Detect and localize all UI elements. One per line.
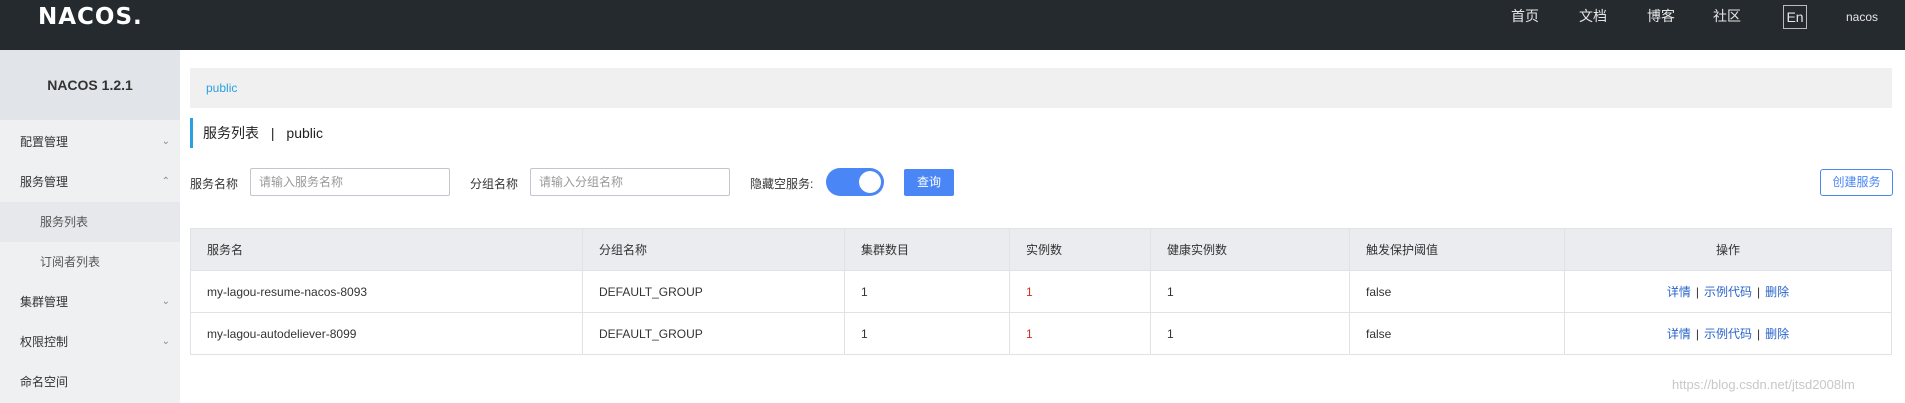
column-header: 操作 — [1564, 228, 1892, 271]
nav-home[interactable]: 首页 — [1511, 6, 1539, 26]
title-separator: | — [270, 125, 275, 141]
detail-link[interactable]: 详情 — [1667, 285, 1691, 299]
sidebar-item-subscriber-list[interactable]: 订阅者列表 — [0, 242, 180, 282]
instance-count-cell: 1 — [1009, 270, 1151, 313]
hide-empty-toggle[interactable] — [826, 168, 884, 196]
page-title-text: 服务列表 — [203, 125, 259, 141]
group-name-cell: DEFAULT_GROUP — [582, 270, 845, 313]
page-title-namespace: public — [286, 125, 324, 141]
service-name-cell: my-lagou-resume-nacos-8093 — [190, 270, 583, 313]
top-header: NACOS. 首页 文档 博客 社区 En nacos — [0, 0, 1905, 50]
chevron-down-icon: ⌄ — [161, 336, 170, 347]
protect-threshold-cell: false — [1349, 270, 1565, 313]
create-service-button[interactable]: 创建服务 — [1820, 169, 1893, 196]
action-separator: | — [1757, 327, 1761, 341]
namespace-breadcrumb: public — [190, 68, 1892, 108]
sample-code-link[interactable]: 示例代码 — [1704, 327, 1752, 341]
group-name-label: 分组名称 — [470, 177, 519, 191]
sidebar: NACOS 1.2.1 配置管理 ⌄ 服务管理 ⌃ 服务列表 订阅者列表 集群管… — [0, 50, 180, 403]
healthy-count-cell: 1 — [1150, 270, 1350, 313]
sidebar-item-label: 订阅者列表 — [40, 255, 101, 269]
query-button[interactable]: 查询 — [904, 169, 954, 196]
service-name-cell: my-lagou-autodeliever-8099 — [190, 312, 583, 355]
sidebar-item-label: 服务管理 — [20, 175, 69, 189]
sample-code-link[interactable]: 示例代码 — [1704, 285, 1752, 299]
table-header-row: 服务名 分组名称 集群数目 实例数 健康实例数 触发保护阈值 操作 — [190, 228, 1892, 271]
service-table: 服务名 分组名称 集群数目 实例数 健康实例数 触发保护阈值 操作 my-lag… — [190, 228, 1892, 355]
action-separator: | — [1695, 285, 1699, 299]
language-switch-button[interactable]: En — [1783, 5, 1807, 29]
chevron-down-icon: ⌄ — [161, 136, 170, 147]
sidebar-item-access-control[interactable]: 权限控制 ⌄ — [0, 322, 180, 362]
chevron-up-icon: ⌃ — [161, 176, 170, 187]
healthy-count-cell: 1 — [1150, 312, 1350, 355]
actions-cell: 详情 | 示例代码 | 删除 — [1564, 312, 1892, 355]
table-row: my-lagou-resume-nacos-8093 DEFAULT_GROUP… — [190, 270, 1892, 313]
sidebar-item-config-management[interactable]: 配置管理 ⌄ — [0, 122, 180, 162]
service-name-label: 服务名称 — [190, 177, 239, 191]
sidebar-item-service-management[interactable]: 服务管理 ⌃ — [0, 162, 180, 202]
nav-docs[interactable]: 文档 — [1579, 6, 1607, 26]
sidebar-item-namespace[interactable]: 命名空间 — [0, 362, 180, 402]
page-title: 服务列表 | public — [190, 118, 323, 148]
sidebar-item-label: 配置管理 — [20, 135, 69, 149]
column-header: 集群数目 — [844, 228, 1010, 271]
table-row: my-lagou-autodeliever-8099 DEFAULT_GROUP… — [190, 312, 1892, 355]
sidebar-item-label: 权限控制 — [20, 335, 69, 349]
namespace-link-public[interactable]: public — [206, 81, 237, 95]
delete-link[interactable]: 删除 — [1765, 285, 1789, 299]
sidebar-item-label: 服务列表 — [40, 215, 89, 229]
sidebar-item-label: 集群管理 — [20, 295, 69, 309]
action-separator: | — [1757, 285, 1761, 299]
nacos-logo[interactable]: NACOS. — [38, 4, 143, 30]
group-name-cell: DEFAULT_GROUP — [582, 312, 845, 355]
action-separator: | — [1695, 327, 1699, 341]
sidebar-item-service-list[interactable]: 服务列表 — [0, 202, 180, 242]
sidebar-item-label: 命名空间 — [20, 375, 69, 389]
nav-blog[interactable]: 博客 — [1647, 6, 1675, 26]
column-header: 触发保护阈值 — [1349, 228, 1565, 271]
instance-count-cell: 1 — [1009, 312, 1151, 355]
user-name[interactable]: nacos — [1846, 10, 1878, 24]
column-header: 实例数 — [1009, 228, 1151, 271]
sidebar-version-title: NACOS 1.2.1 — [0, 50, 180, 120]
group-name-input[interactable]: 请输入分组名称 — [530, 168, 730, 196]
hide-empty-label: 隐藏空服务: — [750, 177, 814, 191]
column-header: 健康实例数 — [1150, 228, 1350, 271]
protect-threshold-cell: false — [1349, 312, 1565, 355]
sidebar-item-cluster-management[interactable]: 集群管理 ⌄ — [0, 282, 180, 322]
cluster-count-cell: 1 — [844, 312, 1010, 355]
actions-cell: 详情 | 示例代码 | 删除 — [1564, 270, 1892, 313]
column-header: 服务名 — [190, 228, 583, 271]
chevron-down-icon: ⌄ — [161, 296, 170, 307]
delete-link[interactable]: 删除 — [1765, 327, 1789, 341]
watermark-text: https://blog.csdn.net/jtsd2008lm — [1672, 377, 1855, 392]
nav-community[interactable]: 社区 — [1713, 6, 1741, 26]
cluster-count-cell: 1 — [844, 270, 1010, 313]
detail-link[interactable]: 详情 — [1667, 327, 1691, 341]
toggle-knob — [859, 171, 881, 193]
column-header: 分组名称 — [582, 228, 845, 271]
service-name-input[interactable]: 请输入服务名称 — [250, 168, 450, 196]
